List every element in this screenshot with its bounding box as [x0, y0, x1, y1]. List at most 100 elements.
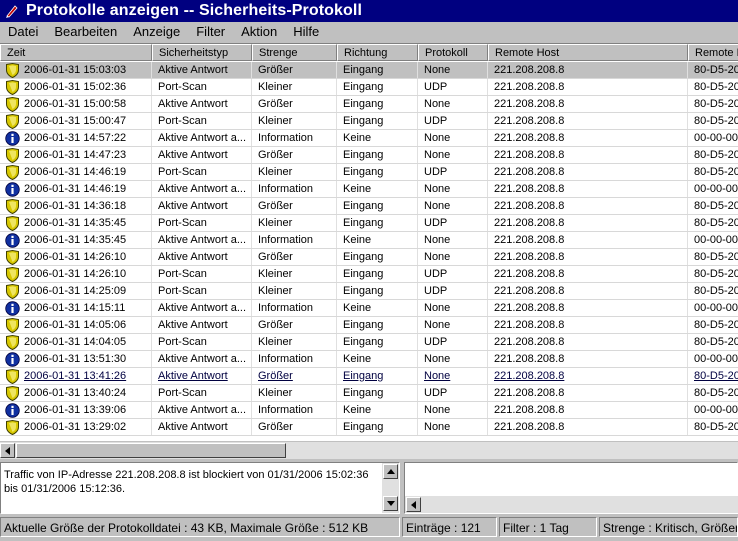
cell-strenge: Kleiner [252, 113, 337, 129]
details-vertical-scrollbar[interactable] [382, 463, 399, 513]
table-row[interactable]: 2006-01-31 15:02:36 Port-Scan Kleiner Einga… [0, 79, 738, 96]
title-bar[interactable]: Protokolle anzeigen -- Sicherheits-Proto… [0, 0, 738, 22]
cell-protokoll: None [418, 198, 488, 214]
shield-icon [6, 147, 19, 163]
table-row[interactable]: 2006-01-31 14:46:19 Port-Scan Kleiner Einga… [0, 164, 738, 181]
cell-protokoll: UDP [418, 334, 488, 350]
cell-remote-host: 221.208.208.8 [488, 147, 688, 163]
table-row[interactable]: 2006-01-31 13:41:26 Aktive Antwort Größer E… [0, 368, 738, 385]
cell-strenge: Information [252, 402, 337, 418]
menu-bearbeiten[interactable]: Bearbeiten [46, 22, 125, 42]
raw-scroll-left-button[interactable] [406, 497, 421, 512]
cell-remote-host: 221.208.208.8 [488, 419, 688, 435]
info-icon [5, 402, 20, 418]
cell-richtung: Eingang [337, 266, 418, 282]
details-text: Traffic von IP-Adresse 221.208.208.8 ist… [4, 469, 369, 495]
column-header-protokoll[interactable]: Protokoll [418, 44, 488, 61]
table-row[interactable]: 2006-01-31 14:36:18 Aktive Antwort Größer E… [0, 198, 738, 215]
cell-zeit: 2006-01-31 14:26:10 [0, 249, 152, 265]
cell-strenge: Information [252, 300, 337, 316]
table-row[interactable]: 2006-01-31 14:35:45 Aktive Antwort a... In… [0, 232, 738, 249]
cell-richtung: Eingang [337, 198, 418, 214]
cell-remote-mac: 80-D5-20 [688, 419, 738, 435]
cell-strenge: Information [252, 351, 337, 367]
cell-remote-host: 221.208.208.8 [488, 79, 688, 95]
cell-protokoll: None [418, 419, 488, 435]
details-pane: Traffic von IP-Adresse 221.208.208.8 ist… [0, 462, 400, 514]
cell-remote-host: 221.208.208.8 [488, 181, 688, 197]
status-entries: Einträge : 121 [402, 517, 497, 537]
table-row[interactable]: 2006-01-31 13:51:30 Aktive Antwort a... In… [0, 351, 738, 368]
cell-strenge: Information [252, 130, 337, 146]
menu-hilfe[interactable]: Hilfe [285, 22, 327, 42]
cell-richtung: Eingang [337, 317, 418, 333]
shield-icon [6, 283, 19, 299]
menu-anzeige[interactable]: Anzeige [125, 22, 188, 42]
cell-remote-mac: 00-00-00 [688, 351, 738, 367]
cell-sicherheitstyp: Port-Scan [152, 79, 252, 95]
table-row[interactable]: 2006-01-31 15:03:03 Aktive Antwort Größer E… [0, 62, 738, 79]
column-header-remote-mac[interactable]: Remote M [688, 44, 738, 61]
table-row[interactable]: 2006-01-31 13:29:02 Aktive Antwort Größer E… [0, 419, 738, 436]
horizontal-scrollbar[interactable] [0, 441, 738, 459]
cell-strenge: Kleiner [252, 385, 337, 401]
info-icon [5, 181, 20, 197]
table-row[interactable]: 2006-01-31 14:04:05 Port-Scan Kleiner Einga… [0, 334, 738, 351]
column-header-remote-host[interactable]: Remote Host [488, 44, 688, 61]
cell-sicherheitstyp: Aktive Antwort a... [152, 130, 252, 146]
table-row[interactable]: 2006-01-31 14:25:09 Port-Scan Kleiner Einga… [0, 283, 738, 300]
table-row[interactable]: 2006-01-31 14:05:06 Aktive Antwort Größer E… [0, 317, 738, 334]
cell-sicherheitstyp: Port-Scan [152, 164, 252, 180]
table-row[interactable]: 2006-01-31 14:26:10 Aktive Antwort Größer E… [0, 249, 738, 266]
scroll-up-button[interactable] [383, 464, 398, 479]
menu-filter[interactable]: Filter [188, 22, 233, 42]
scroll-left-button[interactable] [0, 443, 15, 458]
cell-richtung: Keine [337, 402, 418, 418]
column-header-richtung[interactable]: Richtung [337, 44, 418, 61]
table-row[interactable]: 2006-01-31 14:46:19 Aktive Antwort a... In… [0, 181, 738, 198]
horizontal-scroll-thumb[interactable] [16, 443, 286, 458]
cell-remote-mac: 80-D5-20 [688, 266, 738, 282]
table-row[interactable]: 2006-01-31 15:00:47 Port-Scan Kleiner Einga… [0, 113, 738, 130]
cell-sicherheitstyp: Aktive Antwort a... [152, 402, 252, 418]
raw-data-horizontal-scrollbar[interactable] [405, 496, 738, 513]
cell-sicherheitstyp: Port-Scan [152, 385, 252, 401]
cell-protokoll: None [418, 181, 488, 197]
table-row[interactable]: 2006-01-31 14:57:22 Aktive Antwort a... In… [0, 130, 738, 147]
column-header-strenge[interactable]: Strenge [252, 44, 337, 61]
log-list[interactable]: Zeit Sicherheitstyp Strenge Richtung Pro… [0, 43, 738, 444]
cell-sicherheitstyp: Aktive Antwort [152, 96, 252, 112]
table-row[interactable]: 2006-01-31 13:39:06 Aktive Antwort a... In… [0, 402, 738, 419]
scroll-down-button[interactable] [383, 496, 398, 511]
table-row[interactable]: 2006-01-31 14:15:11 Aktive Antwort a... In… [0, 300, 738, 317]
table-row[interactable]: 2006-01-31 14:47:23 Aktive Antwort Größer E… [0, 147, 738, 164]
cell-remote-host: 221.208.208.8 [488, 402, 688, 418]
table-row[interactable]: 2006-01-31 14:26:10 Port-Scan Kleiner Einga… [0, 266, 738, 283]
table-row[interactable]: 2006-01-31 13:40:24 Port-Scan Kleiner Einga… [0, 385, 738, 402]
cell-sicherheitstyp: Aktive Antwort [152, 317, 252, 333]
cell-sicherheitstyp: Port-Scan [152, 266, 252, 282]
shield-icon [6, 164, 19, 180]
cell-zeit: 2006-01-31 14:46:19 [0, 164, 152, 180]
menu-datei[interactable]: Datei [0, 22, 46, 42]
info-icon [5, 351, 20, 367]
cell-zeit: 2006-01-31 15:00:58 [0, 96, 152, 112]
shield-icon [6, 62, 19, 78]
cell-richtung: Eingang [337, 113, 418, 129]
cell-sicherheitstyp: Aktive Antwort a... [152, 300, 252, 316]
cell-remote-host: 221.208.208.8 [488, 130, 688, 146]
cell-protokoll: None [418, 249, 488, 265]
cell-strenge: Kleiner [252, 79, 337, 95]
cell-zeit: 2006-01-31 13:29:02 [0, 419, 152, 435]
column-header-sicherheitstyp[interactable]: Sicherheitstyp [152, 44, 252, 61]
cell-protokoll: None [418, 62, 488, 78]
cell-sicherheitstyp: Aktive Antwort a... [152, 232, 252, 248]
cell-strenge: Kleiner [252, 283, 337, 299]
cell-richtung: Keine [337, 351, 418, 367]
column-header-zeit[interactable]: Zeit [0, 44, 152, 61]
table-row[interactable]: 2006-01-31 14:35:45 Port-Scan Kleiner Einga… [0, 215, 738, 232]
cell-protokoll: None [418, 317, 488, 333]
list-header: Zeit Sicherheitstyp Strenge Richtung Pro… [0, 44, 738, 61]
table-row[interactable]: 2006-01-31 15:00:58 Aktive Antwort Größer E… [0, 96, 738, 113]
menu-aktion[interactable]: Aktion [233, 22, 285, 42]
